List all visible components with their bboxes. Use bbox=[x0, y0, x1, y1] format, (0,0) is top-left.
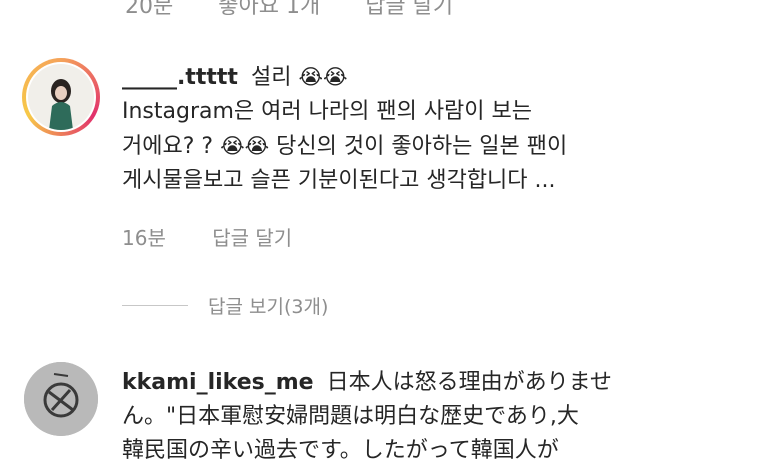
crying-emoji: 😭😭 bbox=[220, 134, 270, 158]
previous-comment-time: 20분 bbox=[125, 0, 174, 19]
comment-author-name: 설리 bbox=[250, 65, 292, 90]
reply-button[interactable]: 답글 달기 bbox=[212, 226, 292, 250]
avatar-photo bbox=[24, 362, 98, 436]
avatar[interactable] bbox=[22, 58, 100, 136]
comment-time: 16분 bbox=[122, 226, 166, 250]
avatar[interactable] bbox=[24, 362, 98, 436]
comment-line-part: 거에요? ? bbox=[122, 134, 214, 159]
comment-username[interactable]: kkami_likes_me bbox=[122, 370, 314, 395]
comment-line: 韓民国の辛い過去です。したがって韓国人が bbox=[122, 438, 559, 463]
divider-line bbox=[122, 305, 188, 306]
previous-comment-reply-button[interactable]: 답글 달기 bbox=[365, 0, 453, 19]
comment-line-part: 日本人は怒る理由がありませ bbox=[326, 370, 612, 395]
previous-comment-likes[interactable]: 좋아요 1개 bbox=[218, 0, 320, 19]
view-replies-button[interactable]: 답글 보기(3개) bbox=[122, 292, 328, 319]
crying-emoji: 😭😭 bbox=[298, 65, 348, 89]
comment-line: ん。"日本軍慰安婦問題は明白な歴史であり,大 bbox=[122, 404, 579, 429]
comment-line-part: 당신의 것이 좋아하는 일본 팬이 bbox=[276, 134, 568, 159]
comment-line: Instagram은 여러 나라의 팬의 사람이 보는 bbox=[122, 99, 533, 124]
view-replies-label: 답글 보기(3개) bbox=[208, 296, 329, 318]
comment-meta: 16분 답글 달기 bbox=[122, 222, 332, 251]
comment-username[interactable]: _____.ttttt bbox=[122, 65, 238, 90]
previous-comment-meta: 20분 좋아요 1개 답글 달기 bbox=[125, 0, 491, 20]
comment-text: kkami_likes_me 日本人は怒る理由がありませ ん。"日本軍慰安婦問題… bbox=[122, 366, 758, 468]
avatar-photo bbox=[28, 64, 94, 130]
comment-line: 게시물을보고 슬픈 기분이된다고 생각합니다 ... bbox=[122, 168, 556, 193]
comment-text: _____.ttttt 설리 😭😭 Instagram은 여러 나라의 팬의 사… bbox=[122, 60, 758, 198]
